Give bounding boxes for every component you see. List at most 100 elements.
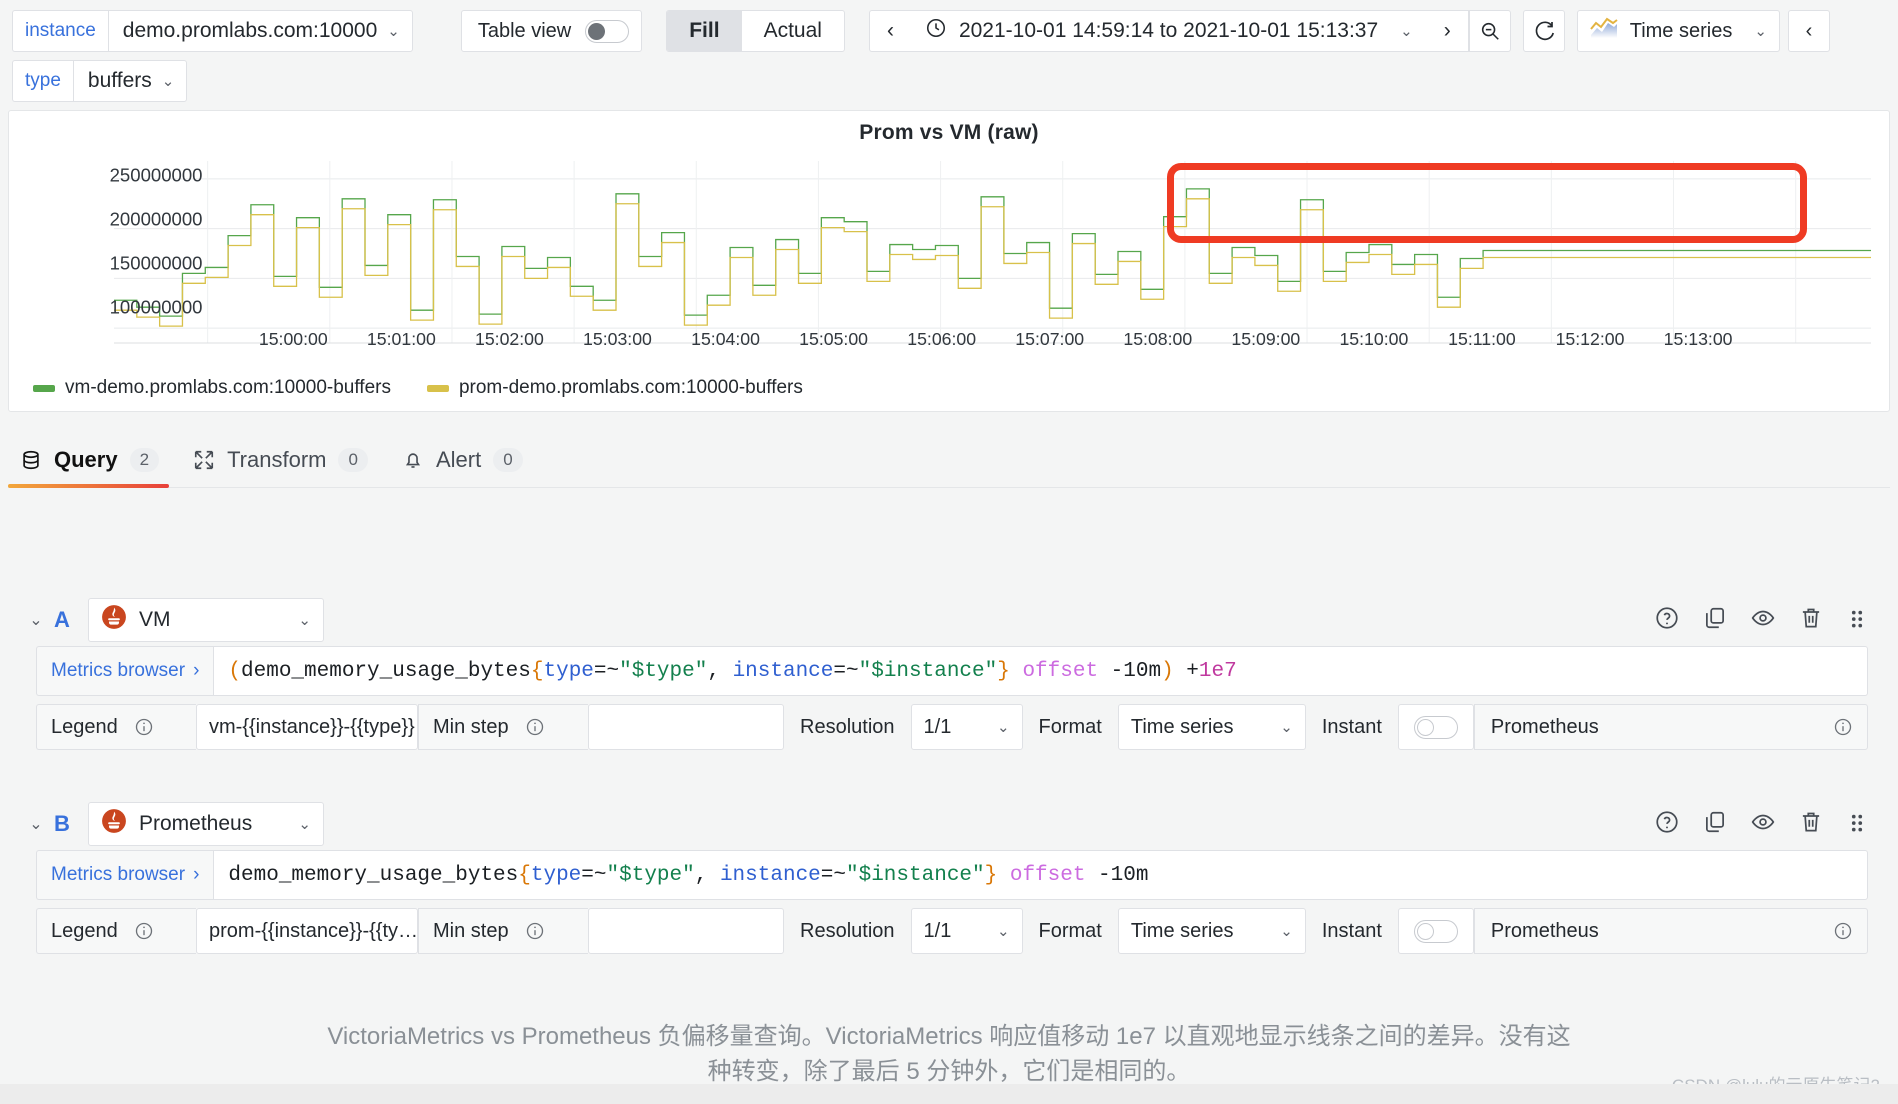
svg-text:15:11:00: 15:11:00 [1448, 329, 1516, 349]
editor-tabs: Query 2 Transform 0 Alert 0 [8, 428, 1890, 488]
bell-icon [402, 449, 424, 471]
svg-text:200000000: 200000000 [110, 208, 203, 229]
info-icon[interactable] [134, 921, 154, 941]
refresh-button[interactable] [1522, 10, 1565, 52]
duplicate-query-icon[interactable] [1702, 605, 1728, 636]
min-step-input-a[interactable] [588, 704, 784, 750]
chevron-down-icon: ⌄ [1280, 923, 1293, 940]
time-range-controls: ‹ 2021-10-01 14:59:14 to 2021-10-01 15:1… [868, 10, 1511, 52]
svg-text:250000000: 250000000 [110, 164, 203, 185]
tab-query[interactable]: Query 2 [8, 447, 181, 488]
info-icon[interactable] [525, 921, 545, 941]
format-select-b[interactable]: Time series ⌄ [1117, 908, 1306, 954]
info-icon[interactable] [1833, 921, 1853, 941]
metrics-browser-button-b[interactable]: Metrics browser › [36, 850, 214, 900]
svg-text:150000000: 150000000 [110, 252, 203, 273]
tab-transform-count: 0 [338, 448, 368, 472]
resolution-select-b[interactable]: 1/1 ⌄ [910, 908, 1023, 954]
query-b-datasource-picker[interactable]: Prometheus ⌄ [88, 802, 324, 846]
fill-option[interactable]: Fill [667, 11, 742, 51]
help-icon[interactable] [1654, 605, 1680, 636]
chevron-down-icon: ⌄ [298, 612, 311, 629]
variable-label-instance: instance [12, 10, 108, 52]
tab-alert[interactable]: Alert 0 [390, 447, 545, 487]
tab-query-count: 2 [129, 448, 160, 472]
metrics-browser-button-a[interactable]: Metrics browser › [36, 646, 214, 696]
resolution-value-b: 1/1 [923, 919, 952, 942]
collapse-caret-icon[interactable]: ⌄ [18, 610, 54, 630]
instant-label-a: Instant [1321, 715, 1382, 738]
format-label-a: Format [1038, 715, 1102, 738]
instant-switch-b[interactable] [1413, 919, 1458, 943]
chevron-down-icon: ⌄ [387, 23, 400, 40]
chevron-down-icon: ⌄ [1400, 23, 1413, 40]
help-icon[interactable] [1654, 809, 1680, 840]
svg-text:15:04:00: 15:04:00 [691, 329, 760, 349]
collapse-caret-icon[interactable]: ⌄ [18, 814, 54, 834]
drag-handle-icon[interactable] [1846, 605, 1868, 636]
legend-item[interactable]: vm-demo.promlabs.com:10000-buffers [33, 377, 391, 399]
time-range-picker[interactable]: 2021-10-01 14:59:14 to 2021-10-01 15:13:… [910, 10, 1427, 52]
query-b-options-row: Legend prom-{{instance}}-{{ty… Min step … [8, 908, 1890, 954]
delete-query-icon[interactable] [1798, 809, 1824, 840]
metrics-browser-label-a: Metrics browser [51, 660, 186, 681]
zoom-out-button[interactable] [1468, 10, 1511, 52]
resolution-select-a[interactable]: 1/1 ⌄ [910, 704, 1023, 750]
legend-item[interactable]: prom-demo.promlabs.com:10000-buffers [426, 377, 803, 399]
template-variable-instance[interactable]: instance demo.promlabs.com:10000 ⌄ [12, 10, 413, 52]
query-a-datasource-picker[interactable]: VM ⌄ [88, 598, 324, 642]
legend-input-b[interactable]: prom-{{instance}}-{{ty… [196, 908, 418, 954]
query-a-expression-input[interactable]: (demo_memory_usage_bytes{type =~ "$type", … [213, 646, 1868, 696]
prometheus-logo-icon [101, 808, 127, 840]
resolution-label-b: Resolution [800, 919, 895, 942]
min-step-input-b[interactable] [588, 908, 784, 954]
svg-text:15:02:00: 15:02:00 [475, 329, 544, 349]
min-step-label-b: Min step [433, 919, 509, 942]
svg-text:15:13:00: 15:13:00 [1664, 329, 1733, 349]
time-shift-back-button[interactable]: ‹ [868, 10, 911, 52]
table-view-switch[interactable] [585, 19, 630, 43]
time-shift-forward-button[interactable]: › [1426, 10, 1469, 52]
tab-transform[interactable]: Transform 0 [181, 447, 390, 487]
legend-value-b: prom-{{instance}}-{{ty… [209, 919, 418, 942]
legend-value-a: vm-{{instance}}-{{type}} [209, 715, 415, 738]
top-toolbar: instance demo.promlabs.com:10000 ⌄ type … [0, 0, 1898, 108]
legend-label-prom: prom-demo.promlabs.com:10000-buffers [458, 377, 803, 398]
query-a-actions [1654, 605, 1890, 636]
svg-text:15:01:00: 15:01:00 [367, 329, 436, 349]
variable-value-instance[interactable]: demo.promlabs.com:10000 ⌄ [107, 10, 413, 52]
actual-option[interactable]: Actual [742, 11, 844, 51]
visualization-picker[interactable]: Time series ⌄ [1576, 10, 1780, 52]
delete-query-icon[interactable] [1798, 605, 1824, 636]
hide-query-eye-icon[interactable] [1750, 809, 1776, 840]
caption-line-1: VictoriaMetrics vs Prometheus 负偏移量查询。Vic… [327, 1023, 1571, 1050]
query-b-expression-input[interactable]: demo_memory_usage_bytes{type =~ "$type", i… [213, 850, 1868, 900]
hide-query-eye-icon[interactable] [1750, 605, 1776, 636]
legend-input-a[interactable]: vm-{{instance}}-{{type}} [196, 704, 418, 750]
instant-switch-a[interactable] [1413, 715, 1458, 739]
fill-actual-segmented[interactable]: Fill Actual [666, 10, 845, 52]
drag-handle-icon[interactable] [1846, 809, 1868, 840]
transform-icon [193, 449, 215, 471]
tab-alert-label: Alert [435, 447, 482, 472]
graph-panel: Prom vs VM (raw) 250000000 200000000 15000… [8, 110, 1890, 412]
prometheus-logo-icon [101, 604, 127, 636]
table-view-toggle[interactable]: Table view [460, 10, 643, 52]
duplicate-query-icon[interactable] [1702, 809, 1728, 840]
info-icon[interactable] [134, 717, 154, 737]
chart-legend: vm-demo.promlabs.com:10000-buffers prom-… [33, 377, 803, 399]
resolution-value-a: 1/1 [923, 715, 952, 738]
collapse-options-button[interactable]: ‹ [1787, 10, 1830, 52]
info-icon[interactable] [1833, 717, 1853, 737]
instant-toggle-a[interactable] [1397, 704, 1474, 750]
info-icon[interactable] [525, 717, 545, 737]
timeseries-chart-icon [1589, 17, 1618, 45]
format-select-a[interactable]: Time series ⌄ [1117, 704, 1306, 750]
variable-value-type[interactable]: buffers ⌄ [72, 60, 188, 102]
instant-toggle-b[interactable] [1397, 908, 1474, 954]
query-a-expression-row: Metrics browser › (demo_memory_usage_byt… [8, 646, 1890, 696]
template-variable-type[interactable]: type buffers ⌄ [12, 60, 413, 102]
svg-text:15:06:00: 15:06:00 [907, 329, 976, 349]
query-b-datasource-name: Prometheus [139, 812, 253, 835]
query-row-b: ⌄ B Prometheus ⌄ Metrics browser › demo_… [8, 798, 1890, 994]
